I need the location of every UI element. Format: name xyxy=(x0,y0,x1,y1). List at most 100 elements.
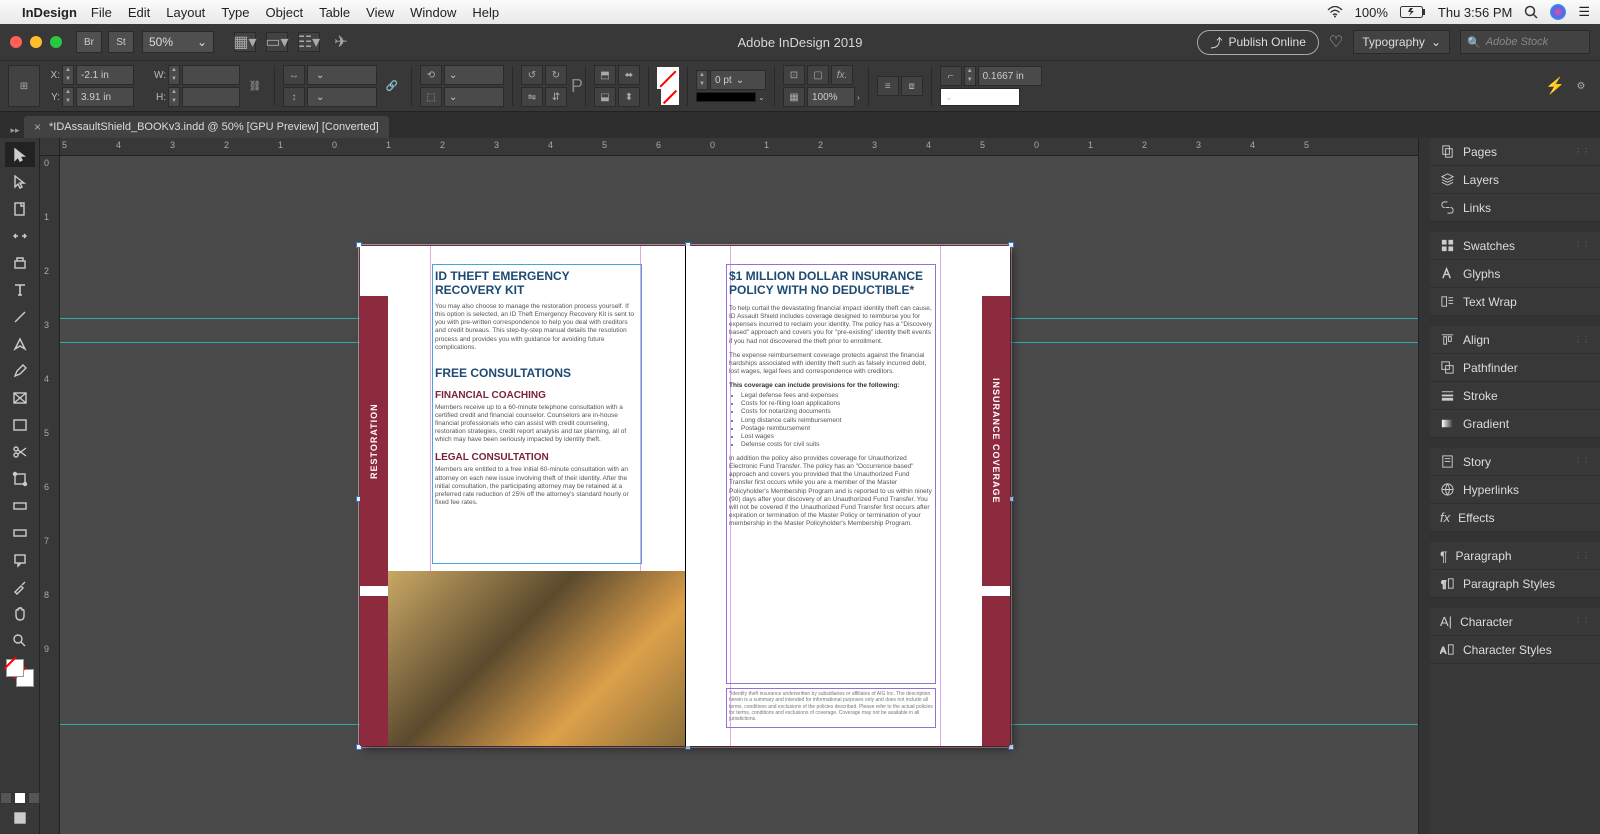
note-tool[interactable] xyxy=(5,547,35,572)
corner-size-field[interactable]: 0.1667 in xyxy=(978,66,1042,86)
fill-stroke-widget[interactable] xyxy=(6,659,34,687)
align-top-button[interactable]: ⬒ xyxy=(594,65,616,85)
flip-v-button[interactable]: ⇵ xyxy=(545,87,567,107)
fill-swatch[interactable] xyxy=(657,67,679,89)
flip-h-button[interactable]: ⇋ xyxy=(521,87,543,107)
publish-online-button[interactable]: ⤴Publish Online xyxy=(1197,30,1318,55)
bridge-button[interactable]: Br xyxy=(76,31,102,53)
document-spread[interactable]: RESTORATION ID THEFT EMERGENCY RECOVERY … xyxy=(360,246,1010,746)
hand-tool[interactable] xyxy=(5,601,35,626)
panel-gradient[interactable]: Gradient xyxy=(1430,410,1600,438)
close-tab-button[interactable]: × xyxy=(34,120,41,134)
align-middle-button[interactable]: ⬌ xyxy=(618,65,640,85)
stroke-weight-field[interactable]: 0 pt⌄ xyxy=(710,70,766,90)
panel-flyout-strip[interactable] xyxy=(1418,138,1430,834)
expand-panels-button[interactable]: ▸▸ xyxy=(6,122,24,138)
zoom-tool[interactable] xyxy=(5,628,35,653)
scale-x-select[interactable]: ⌄ xyxy=(307,65,377,85)
rectangle-frame-tool[interactable] xyxy=(5,385,35,410)
panel-paragraph[interactable]: ¶Paragraph⋮⋮ xyxy=(1430,542,1600,570)
h-stepper[interactable]: ▲▼ xyxy=(168,87,180,107)
corner-shape-select[interactable]: ⌄ xyxy=(940,88,1020,106)
close-window-button[interactable] xyxy=(10,36,22,48)
eyedropper-tool[interactable] xyxy=(5,574,35,599)
reference-point-widget[interactable]: ⊞ xyxy=(8,65,40,107)
panel-stroke[interactable]: Stroke xyxy=(1430,382,1600,410)
stock-button[interactable]: St xyxy=(108,31,134,53)
panel-glyphs[interactable]: Glyphs xyxy=(1430,260,1600,288)
panel-layers[interactable]: Layers xyxy=(1430,166,1600,194)
minimize-window-button[interactable] xyxy=(30,36,42,48)
content-collector-tool[interactable] xyxy=(5,250,35,275)
scissors-tool[interactable] xyxy=(5,439,35,464)
scale-y-select[interactable]: ⌄ xyxy=(307,87,377,107)
link-scale-icon[interactable]: 🔗 xyxy=(381,65,403,107)
menu-object[interactable]: Object xyxy=(266,5,304,20)
clock[interactable]: Thu 3:56 PM xyxy=(1438,5,1512,20)
arrange-documents-button[interactable]: ☷▾ xyxy=(298,32,320,52)
lightbulb-icon[interactable]: ♡ xyxy=(1329,32,1343,52)
shear-select[interactable]: ⌄ xyxy=(444,87,504,107)
x-field[interactable]: -2.1 in xyxy=(76,65,134,85)
menu-layout[interactable]: Layout xyxy=(166,5,205,20)
menu-edit[interactable]: Edit xyxy=(128,5,150,20)
panel-align[interactable]: Align⋮⋮ xyxy=(1430,326,1600,354)
panel-story[interactable]: Story⋮⋮ xyxy=(1430,448,1600,476)
rotate-select[interactable]: ⌄ xyxy=(444,65,504,85)
auto-fit-button[interactable]: ⊡ xyxy=(783,65,805,85)
page-tool[interactable] xyxy=(5,196,35,221)
menu-help[interactable]: Help xyxy=(472,5,499,20)
pencil-tool[interactable] xyxy=(5,358,35,383)
right-footnote-frame[interactable]: *Identity theft insurance underwritten b… xyxy=(726,688,936,728)
effects-fx-button[interactable]: fx. xyxy=(831,65,853,85)
spotlight-icon[interactable] xyxy=(1524,5,1538,19)
align-center-button[interactable]: ⬍ xyxy=(618,87,640,107)
panel-character-styles[interactable]: ACharacter Styles xyxy=(1430,636,1600,664)
panel-text-wrap[interactable]: Text Wrap xyxy=(1430,288,1600,316)
stroke-style-select[interactable] xyxy=(696,92,756,102)
document-canvas[interactable]: 543210123456012345012345 0123456789 REST… xyxy=(40,138,1418,834)
gradient-swatch-tool[interactable] xyxy=(5,493,35,518)
free-transform-tool[interactable] xyxy=(5,466,35,491)
quick-apply-button[interactable]: ⚡ xyxy=(1544,65,1566,107)
menu-type[interactable]: Type xyxy=(221,5,249,20)
adobe-stock-search[interactable]: 🔍Adobe Stock xyxy=(1460,30,1590,54)
rectangle-tool[interactable] xyxy=(5,412,35,437)
view-options-button[interactable]: ▦▾ xyxy=(234,32,256,52)
type-tool[interactable] xyxy=(5,277,35,302)
w-field[interactable] xyxy=(182,65,240,85)
y-stepper[interactable]: ▲▼ xyxy=(62,87,74,107)
stroke-stepper[interactable]: ▲▼ xyxy=(696,70,708,90)
constrain-proportions-icon[interactable]: ⛓ xyxy=(244,65,266,107)
maximize-window-button[interactable] xyxy=(50,36,62,48)
y-field[interactable]: 3.91 in xyxy=(76,87,134,107)
rotate-ccw-button[interactable]: ↺ xyxy=(521,65,543,85)
app-menu[interactable]: InDesign xyxy=(22,5,77,20)
siri-icon[interactable] xyxy=(1550,4,1566,20)
wifi-icon[interactable] xyxy=(1327,6,1343,18)
rotate-cw-button[interactable]: ↻ xyxy=(545,65,567,85)
text-wrap-none-button[interactable]: ≡ xyxy=(877,76,899,96)
corner-options-button[interactable]: ⌐ xyxy=(940,66,962,86)
menu-window[interactable]: Window xyxy=(410,5,456,20)
color-mode-row[interactable] xyxy=(0,792,40,804)
selection-tool[interactable] xyxy=(5,142,35,167)
corner-stepper[interactable]: ▲▼ xyxy=(964,66,976,86)
panel-pages[interactable]: Pages⋮⋮ xyxy=(1430,138,1600,166)
ruler-origin[interactable] xyxy=(40,138,60,156)
panel-swatches[interactable]: Swatches⋮⋮ xyxy=(1430,232,1600,260)
stroke-swatch[interactable] xyxy=(661,87,679,105)
frame-fitting-button[interactable]: ▢ xyxy=(807,65,829,85)
left-text-frame[interactable]: ID THEFT EMERGENCY RECOVERY KIT You may … xyxy=(432,264,642,564)
screen-mode-button[interactable]: ▭▾ xyxy=(266,32,288,52)
menu-view[interactable]: View xyxy=(366,5,394,20)
panel-hyperlinks[interactable]: Hyperlinks xyxy=(1430,476,1600,504)
horizontal-ruler[interactable]: 543210123456012345012345 xyxy=(60,138,1418,156)
gpu-performance-icon[interactable]: ✈ xyxy=(330,32,352,52)
workspace-select[interactable]: Typography⌄ xyxy=(1353,30,1450,54)
h-field[interactable] xyxy=(182,87,240,107)
line-tool[interactable] xyxy=(5,304,35,329)
gap-tool[interactable] xyxy=(5,223,35,248)
right-text-frame[interactable]: $1 MILLION DOLLAR INSURANCE POLICY WITH … xyxy=(726,264,936,684)
x-stepper[interactable]: ▲▼ xyxy=(62,65,74,85)
